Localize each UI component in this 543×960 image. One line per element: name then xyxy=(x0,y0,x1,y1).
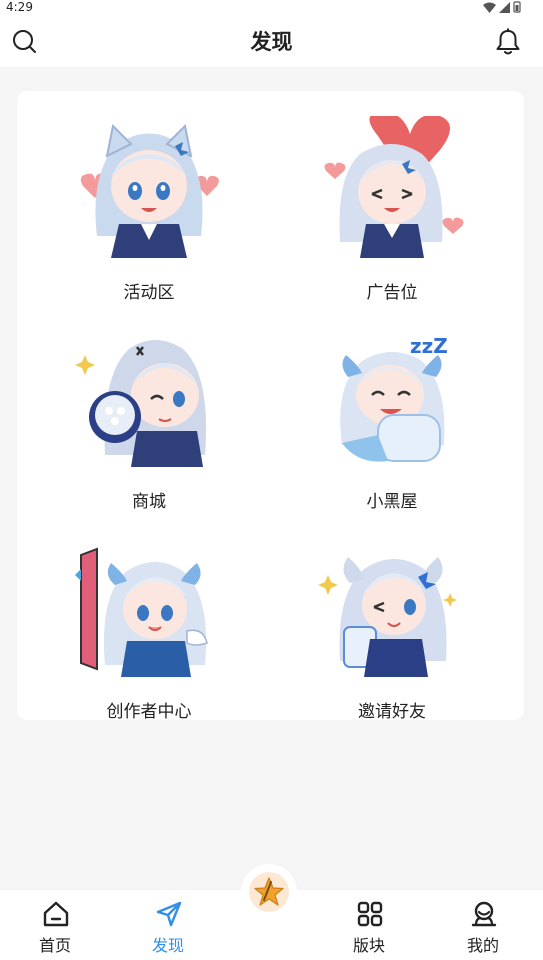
fab-background xyxy=(249,872,289,912)
feature-grid-card: 活动区 广告位 商城 zzZ 小黑屋 创作者中心 邀请好友 xyxy=(17,91,524,722)
notifications-button[interactable] xyxy=(495,28,521,56)
status-time: 4:29 xyxy=(6,0,33,14)
system-icons xyxy=(483,1,521,13)
chibi-girl-hearts-image xyxy=(80,123,219,258)
chibi-girl-sleeping-image: zzZ xyxy=(340,334,448,462)
feature-tile-invite[interactable]: 邀请好友 xyxy=(292,535,492,725)
feature-label: 创作者中心 xyxy=(106,702,192,722)
nav-item-profile[interactable]: 我的 xyxy=(443,890,523,960)
feature-label: 小黑屋 xyxy=(366,492,418,512)
user-icon xyxy=(471,901,497,927)
top-bar: 发现 xyxy=(0,16,543,67)
star-icon xyxy=(254,877,284,906)
svg-text:zzZ: zzZ xyxy=(410,334,448,358)
nav-label: 发现 xyxy=(151,936,184,955)
feature-tile-shop[interactable]: 商城 xyxy=(49,325,249,515)
nav-label: 首页 xyxy=(38,936,71,955)
feature-tile-ads[interactable]: 广告位 xyxy=(292,116,492,306)
chibi-girl-wink-image xyxy=(318,557,457,677)
nav-label: 我的 xyxy=(466,936,499,955)
bell-icon xyxy=(496,28,520,55)
status-bar: 4:29 xyxy=(0,0,543,16)
grid-icon xyxy=(357,901,383,927)
nav-item-home[interactable]: 首页 xyxy=(15,890,95,960)
home-icon xyxy=(43,901,69,927)
feature-tile-blackroom[interactable]: zzZ 小黑屋 xyxy=(292,325,492,515)
feature-label: 广告位 xyxy=(366,283,418,303)
send-icon xyxy=(156,901,182,927)
feature-tile-creator[interactable]: 创作者中心 xyxy=(49,535,249,725)
chibi-girl-balloon-image xyxy=(324,116,464,258)
chibi-girl-door-image xyxy=(75,547,208,677)
feature-label: 活动区 xyxy=(123,283,175,303)
center-action-button[interactable] xyxy=(241,864,297,920)
nav-item-discover[interactable]: 发现 xyxy=(128,890,208,960)
page-title: 发现 xyxy=(250,30,293,54)
chibi-girl-bouquet-image xyxy=(75,340,207,467)
feature-label: 邀请好友 xyxy=(358,702,426,722)
feature-label: 商城 xyxy=(132,492,166,512)
wifi-icon xyxy=(483,2,496,13)
nav-label: 版块 xyxy=(352,936,385,955)
nav-item-sections[interactable]: 版块 xyxy=(329,890,409,960)
battery-icon xyxy=(513,1,521,13)
feature-tile-activity[interactable]: 活动区 xyxy=(49,116,249,306)
signal-icon xyxy=(499,1,510,13)
